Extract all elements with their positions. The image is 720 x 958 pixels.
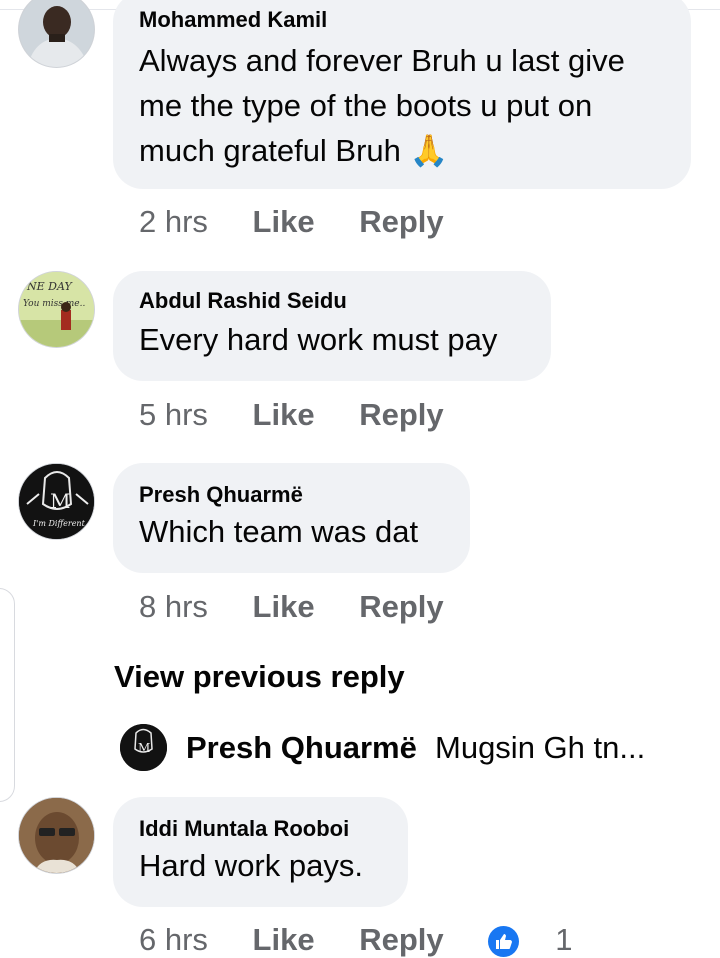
avatar-photo: M <box>120 724 167 771</box>
comment-bubble[interactable]: Iddi Muntala Rooboi Hard work pays. <box>113 797 408 907</box>
comment-bubble[interactable]: Mohammed Kamil Always and forever Bruh u… <box>113 0 691 189</box>
svg-text:M: M <box>138 741 150 755</box>
reaction-count: 1 <box>555 922 573 957</box>
reply-preview[interactable]: M Presh Qhuarmë Mugsin Gh tn... <box>120 724 680 772</box>
like-button[interactable]: Like <box>253 204 315 239</box>
comment-text: Which team was dat <box>139 514 419 549</box>
comment-actions: 6 hrs Like Reply 1 <box>139 922 573 958</box>
svg-text:M: M <box>50 489 70 513</box>
reply-button[interactable]: Reply <box>359 589 443 624</box>
avatar[interactable]: M I'm Different <box>18 463 95 540</box>
avatar[interactable] <box>18 797 95 874</box>
reply-author[interactable]: Presh Qhuarmë <box>186 730 417 766</box>
avatar-caption-1: NE DAY <box>26 280 73 293</box>
view-previous-reply-link[interactable]: View previous reply <box>114 659 405 695</box>
thumbs-up-icon[interactable] <box>488 926 520 958</box>
comment-text: Always and forever Bruh u last give me t… <box>139 43 625 168</box>
reply-snippet: Mugsin Gh tn... <box>435 730 646 765</box>
comment-time[interactable]: 6 hrs <box>139 922 208 957</box>
like-button[interactable]: Like <box>253 589 315 624</box>
avatar[interactable]: M <box>120 724 167 771</box>
like-button[interactable]: Like <box>253 922 315 957</box>
comment-time[interactable]: 8 hrs <box>139 589 208 624</box>
comment-time[interactable]: 5 hrs <box>139 397 208 432</box>
avatar-caption-2: You miss me.. <box>23 299 85 309</box>
comment-bubble[interactable]: Presh Qhuarmë Which team was dat <box>113 463 470 573</box>
comment-actions: 8 hrs Like Reply <box>139 589 480 625</box>
avatar[interactable]: NE DAY You miss me.. <box>18 271 95 348</box>
comment-author[interactable]: Mohammed Kamil <box>139 7 665 33</box>
comment-author[interactable]: Abdul Rashid Seidu <box>139 288 525 314</box>
reply-button[interactable]: Reply <box>359 922 443 957</box>
avatar-photo: M I'm Different <box>19 464 94 539</box>
avatar-photo <box>19 798 94 873</box>
comment-text: Hard work pays. <box>139 848 363 883</box>
side-panel-edge <box>0 588 15 802</box>
comment-actions: 2 hrs Like Reply <box>139 204 480 240</box>
reply-button[interactable]: Reply <box>359 397 443 432</box>
avatar[interactable] <box>18 0 95 68</box>
comment-actions: 5 hrs Like Reply <box>139 397 480 433</box>
comment-text: Every hard work must pay <box>139 322 498 357</box>
avatar-caption: I'm Different <box>32 519 86 528</box>
comment-time[interactable]: 2 hrs <box>139 204 208 239</box>
like-button[interactable]: Like <box>253 397 315 432</box>
avatar-photo <box>19 0 94 67</box>
avatar-photo: NE DAY You miss me.. <box>19 272 94 347</box>
comment-author[interactable]: Presh Qhuarmë <box>139 482 444 508</box>
comment-author[interactable]: Iddi Muntala Rooboi <box>139 816 382 842</box>
comment-bubble[interactable]: Abdul Rashid Seidu Every hard work must … <box>113 271 551 381</box>
reply-button[interactable]: Reply <box>359 204 443 239</box>
